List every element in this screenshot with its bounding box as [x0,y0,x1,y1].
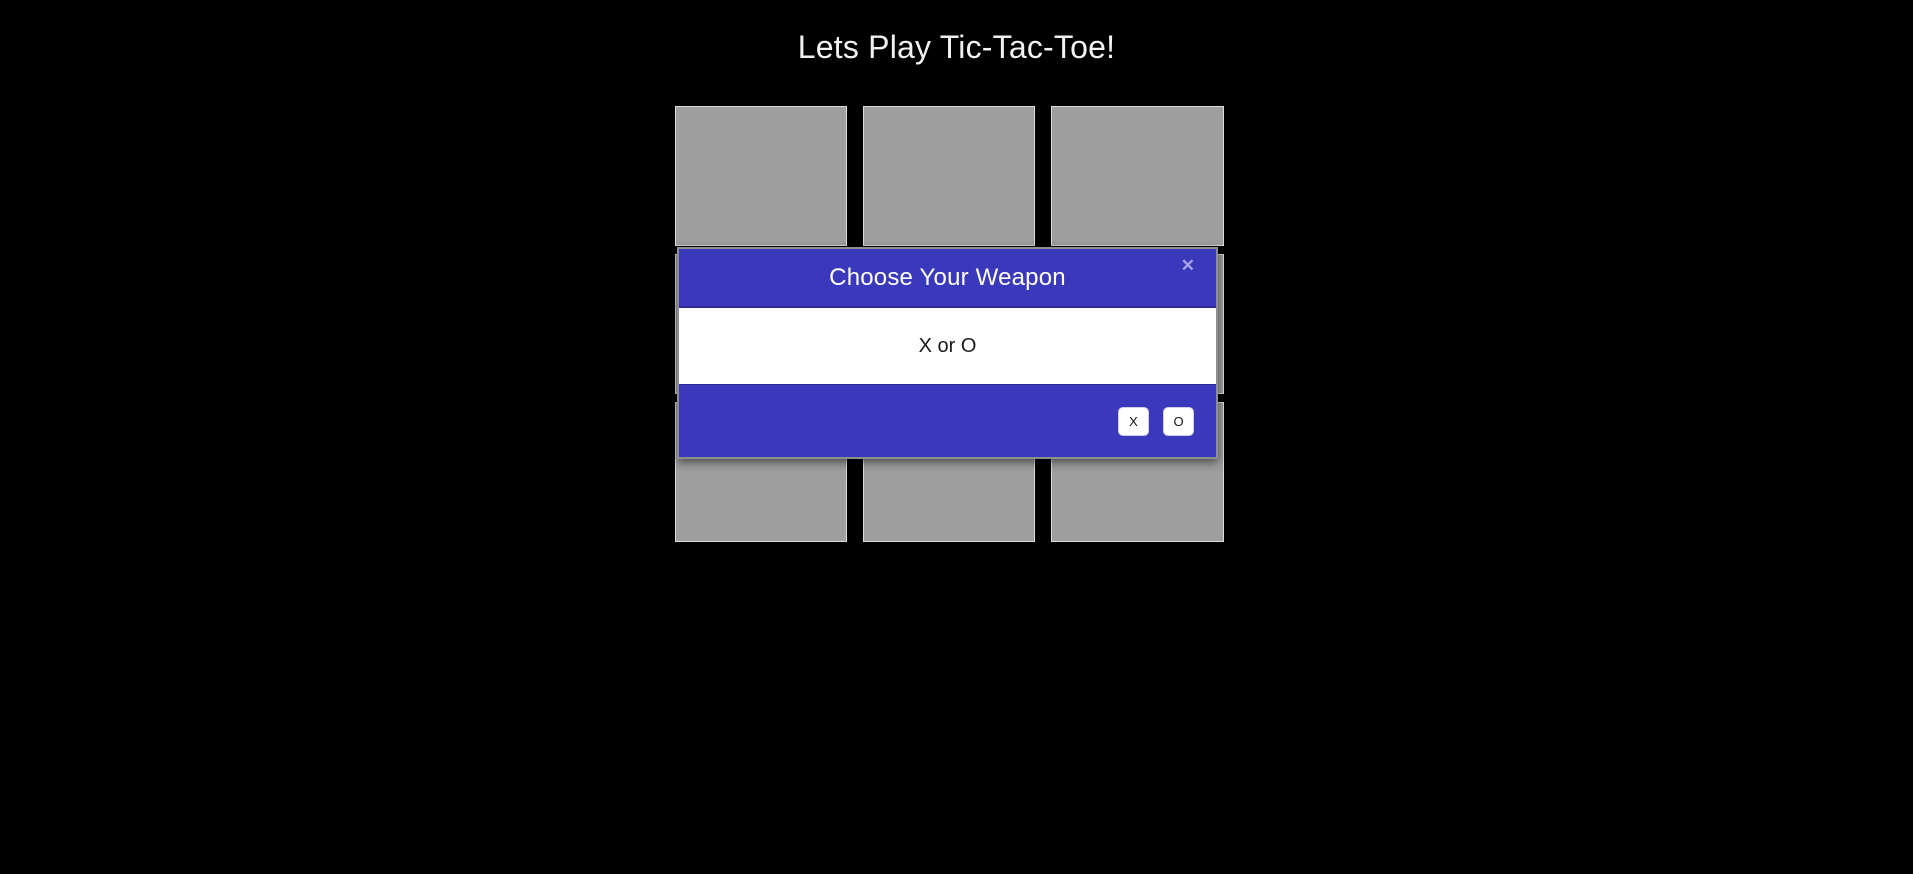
modal-title: Choose Your Weapon [829,263,1066,291]
page-title: Lets Play Tic-Tac-Toe! [797,29,1116,66]
board-cell-0[interactable] [675,106,847,246]
modal-body: X or O [679,307,1216,385]
modal-footer: X O [679,385,1216,457]
choose-weapon-modal: Choose Your Weapon ✕ X or O X O [677,247,1218,459]
choose-o-button[interactable]: O [1163,406,1194,436]
modal-body-text: X or O [918,334,977,357]
modal-header: Choose Your Weapon ✕ [679,249,1216,307]
board-cell-2[interactable] [1051,106,1224,246]
close-icon[interactable]: ✕ [1176,255,1200,276]
board-row [675,106,1224,246]
board-cell-1[interactable] [863,106,1035,246]
choose-x-button[interactable]: X [1118,406,1149,436]
